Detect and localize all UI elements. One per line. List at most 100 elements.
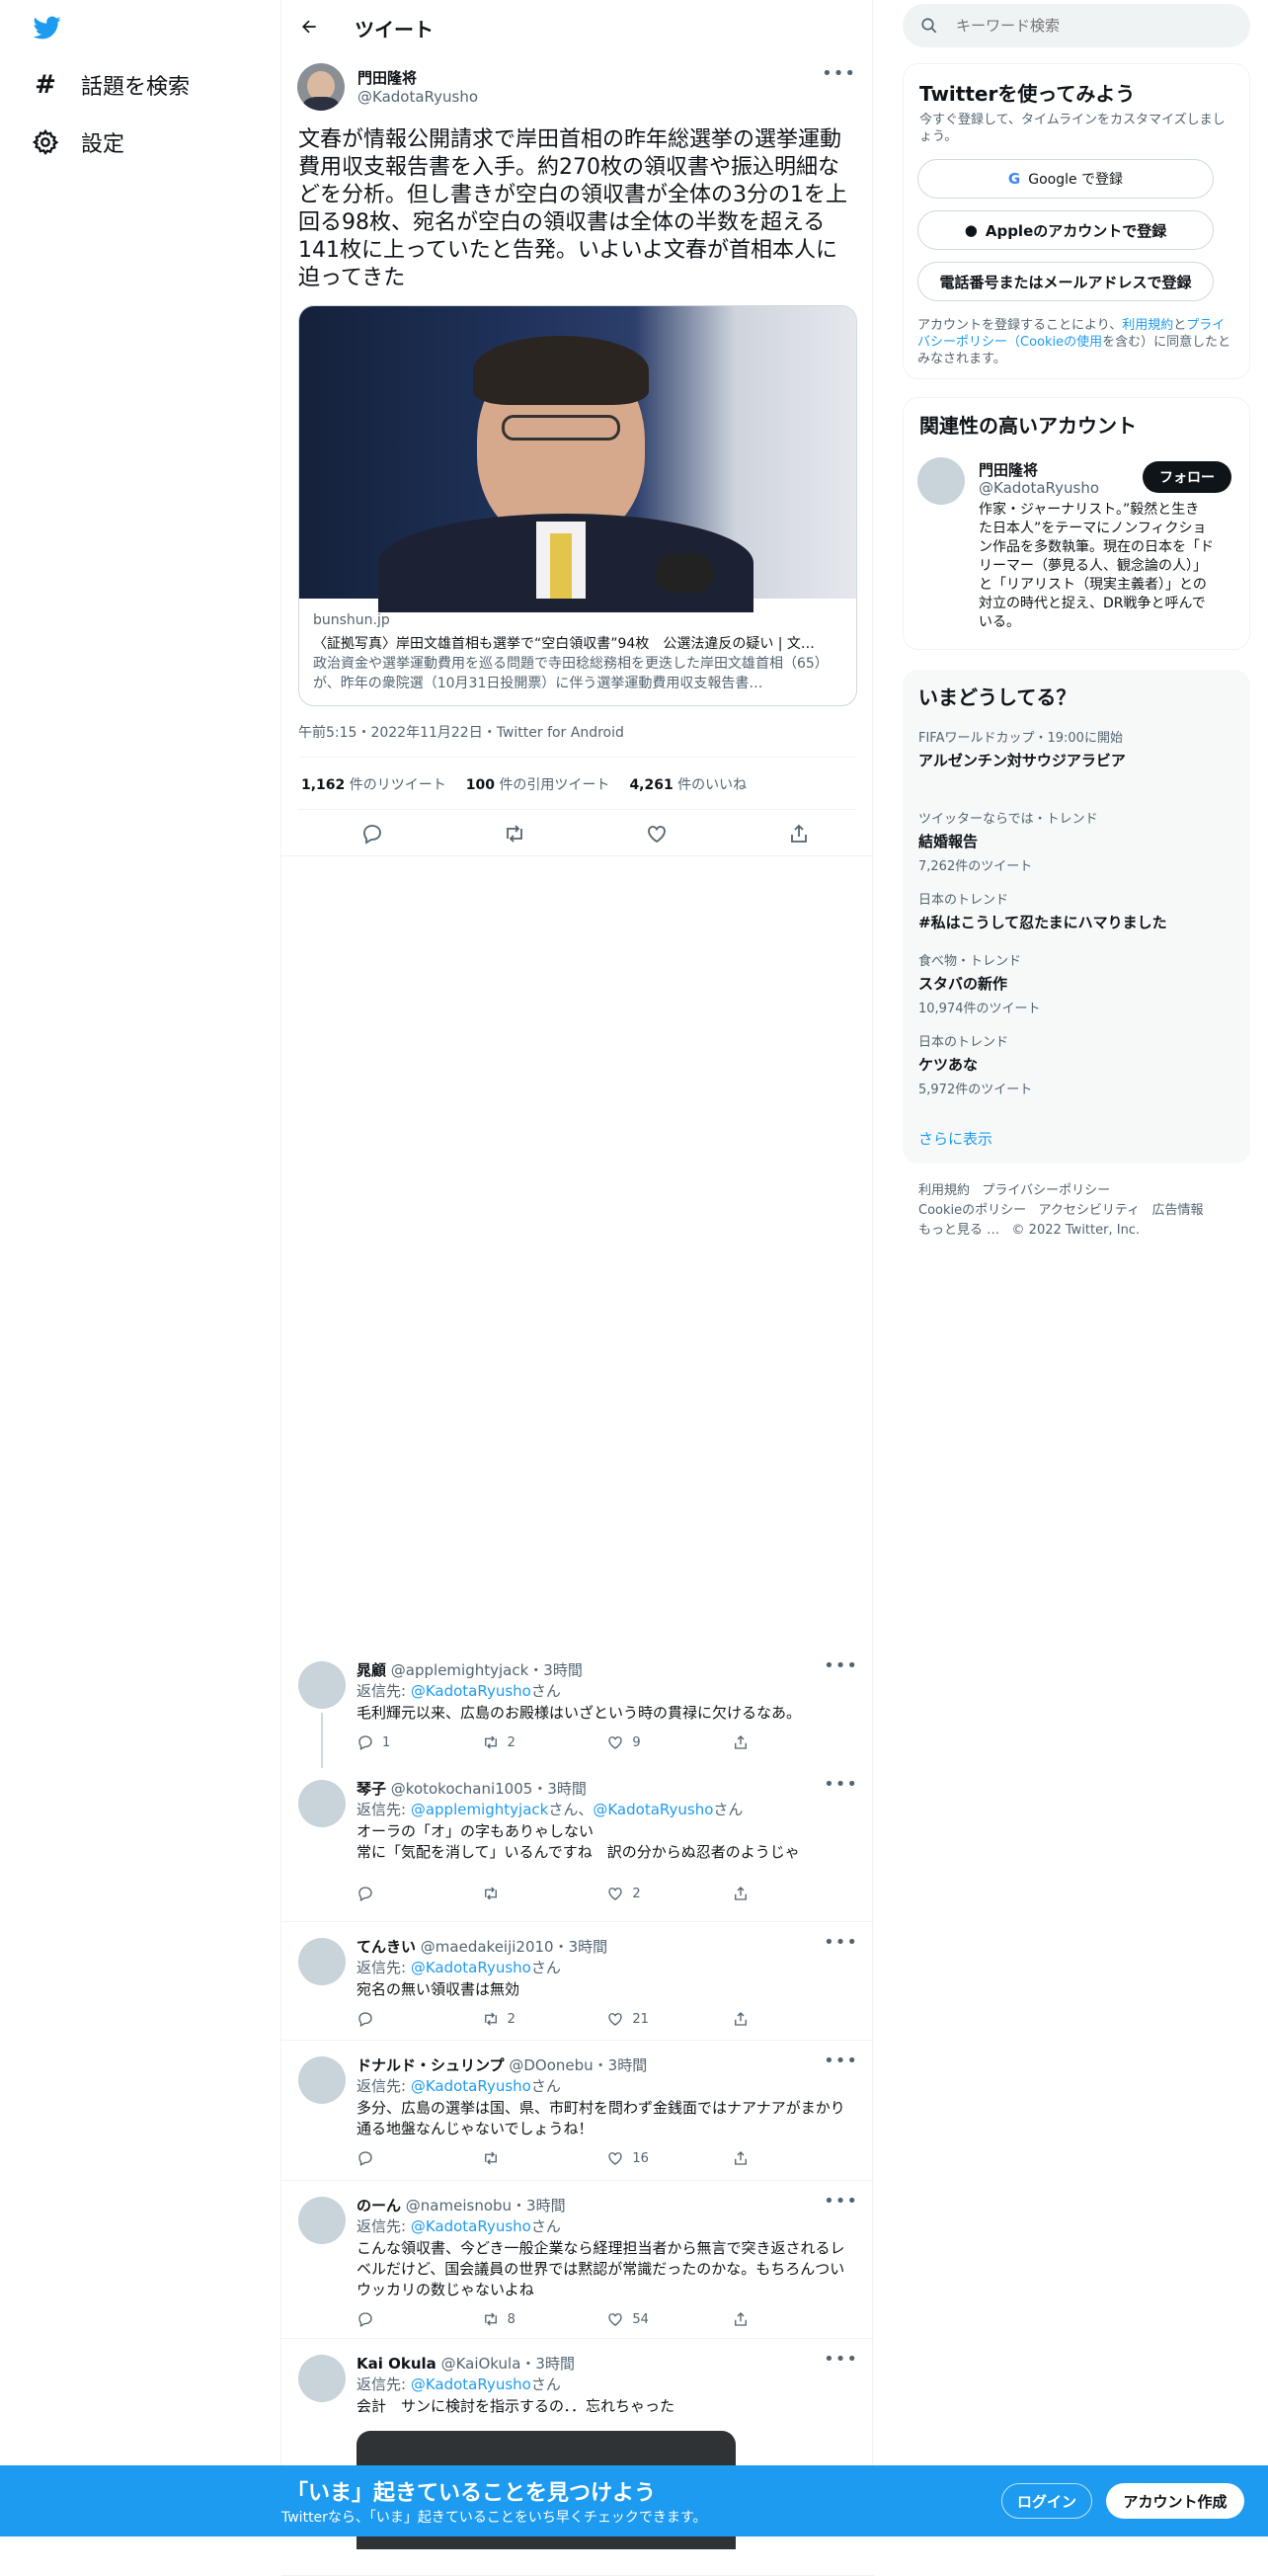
retweet-action[interactable] — [482, 1885, 541, 1902]
trend-item[interactable]: 日本のトレンド ケツあな 5,972件のツイート — [918, 1031, 1234, 1097]
apple-signup-button[interactable]: ● Appleのアカウントで登録 — [917, 210, 1214, 250]
more-options-icon[interactable]: ••• — [822, 63, 856, 84]
reply-icon[interactable] — [360, 822, 384, 845]
reply-tweet[interactable]: Kai Okula @KaiOkula・3時間 ••• 返信先: @KadotaRy… — [281, 2339, 874, 2576]
like-action[interactable]: 9 — [606, 1733, 666, 1751]
reply-time[interactable]: ・3時間 — [594, 2056, 648, 2074]
related-name[interactable]: 門田隆将 — [979, 459, 1038, 480]
follow-button[interactable]: フォロー — [1143, 461, 1231, 493]
reply-avatar[interactable] — [298, 1661, 346, 1709]
retweet-action[interactable]: 8 — [482, 2310, 541, 2328]
share-action[interactable] — [732, 1885, 791, 1902]
reply-tweet[interactable]: 晁顧 @applemightyjack・3時間 ••• 返信先: @KadotaRy… — [281, 1646, 874, 1768]
reply-author-name[interactable]: てんきい — [357, 1938, 416, 1956]
signup-button[interactable]: アカウント作成 — [1106, 2483, 1244, 2519]
reply-author-name[interactable]: Kai Okula — [357, 2355, 436, 2373]
reply-author-handle[interactable]: @maedakeiji2010 — [421, 1938, 554, 1956]
reply-tweet[interactable]: のーん @nameisnobu・3時間 ••• 返信先: @KadotaRyusho… — [281, 2181, 874, 2339]
reply-tweet[interactable]: 琴子 @kotokochani1005・3時間 ••• 返信先: @applemig… — [281, 1764, 874, 1922]
mention-link[interactable]: @KadotaRyusho — [411, 2375, 531, 2393]
trend-item[interactable]: 食べ物・トレンド スタバの新作 10,974件のツイート — [918, 950, 1234, 1016]
reply-author-handle[interactable]: @nameisnobu — [406, 2197, 512, 2214]
reply-author-handle[interactable]: @DOonebu — [509, 2056, 593, 2074]
search-input[interactable] — [956, 17, 1213, 35]
share-action[interactable] — [732, 2310, 791, 2328]
twitter-logo-icon[interactable] — [33, 14, 62, 41]
related-avatar[interactable] — [917, 457, 965, 505]
reply-avatar[interactable] — [298, 2056, 346, 2104]
reply-time[interactable]: ・3時間 — [520, 2355, 575, 2373]
footer-privacy[interactable]: プライバシーポリシー — [982, 1183, 1110, 1198]
trend-item[interactable]: 日本のトレンド #私はこうして忍たまにハマりました — [918, 889, 1234, 932]
reply-author-name[interactable]: 晁顧 — [357, 1661, 386, 1679]
retweet-icon[interactable] — [503, 822, 526, 845]
footer-accessibility[interactable]: アクセシビリティ — [1039, 1203, 1141, 1218]
terms-link[interactable]: 利用規約 — [1122, 318, 1173, 333]
reply-avatar[interactable] — [298, 2197, 346, 2244]
footer-ads[interactable]: 広告情報 — [1152, 1203, 1204, 1218]
nav-settings[interactable]: 設定 — [32, 126, 124, 158]
reply-author-handle[interactable]: @kotokochani1005 — [391, 1780, 533, 1798]
tweet-meta[interactable]: 午前5:15・2022年11月22日・Twitter for Android — [298, 722, 624, 742]
search-box[interactable] — [903, 4, 1250, 47]
mention-link[interactable]: @KadotaRyusho — [411, 2217, 531, 2235]
reply-action[interactable] — [357, 2310, 416, 2328]
more-options-icon[interactable]: ••• — [824, 1774, 858, 1795]
reply-author-name[interactable]: のーん — [357, 2197, 401, 2214]
reply-time[interactable]: ・3時間 — [528, 1661, 583, 1679]
like-action[interactable]: 54 — [606, 2310, 666, 2328]
google-signup-button[interactable]: G Google で登録 — [917, 159, 1214, 199]
reply-action[interactable] — [357, 1885, 416, 1902]
cookie-link[interactable]: （Cookieの使用 — [1007, 335, 1102, 350]
mention-link[interactable]: @applemightyjack — [411, 1801, 549, 1818]
share-icon[interactable] — [787, 822, 811, 845]
retweet-action[interactable] — [482, 2149, 541, 2167]
mention-link[interactable]: @KadotaRyusho — [411, 2077, 531, 2095]
like-action[interactable]: 2 — [606, 1885, 666, 1902]
footer-more[interactable]: もっと見る … — [918, 1223, 999, 1238]
reply-avatar[interactable] — [298, 1780, 346, 1827]
more-options-icon[interactable]: ••• — [824, 1932, 858, 1953]
reply-time[interactable]: ・3時間 — [512, 2197, 566, 2214]
author-handle[interactable]: @KadotaRyusho — [357, 88, 478, 106]
reply-author-handle[interactable]: @applemightyjack — [391, 1661, 529, 1679]
reply-time[interactable]: ・3時間 — [532, 1780, 587, 1798]
retweet-action[interactable]: 2 — [482, 1733, 541, 1751]
footer-terms[interactable]: 利用規約 — [918, 1183, 970, 1198]
reply-author-name[interactable]: 琴子 — [357, 1780, 386, 1798]
reply-author-name[interactable]: ドナルド・シュリンプ — [357, 2056, 505, 2074]
related-handle[interactable]: @KadotaRyusho — [979, 479, 1099, 497]
retweet-stat[interactable]: 1,162 件のリツイート — [301, 774, 446, 794]
reply-action[interactable] — [357, 2010, 416, 2028]
reply-avatar[interactable] — [298, 2355, 346, 2402]
author-avatar[interactable] — [297, 63, 345, 111]
share-action[interactable] — [732, 2010, 791, 2028]
show-more-link[interactable]: さらに表示 — [918, 1128, 992, 1149]
reply-action[interactable]: 1 — [357, 1733, 416, 1751]
author-name[interactable]: 門田隆将 — [357, 67, 417, 88]
like-stat[interactable]: 4,261 件のいいね — [629, 774, 747, 794]
back-arrow-icon[interactable] — [299, 17, 319, 37]
phone-signup-button[interactable]: 電話番号またはメールアドレスで登録 — [917, 262, 1214, 301]
footer-cookie[interactable]: Cookieのポリシー — [918, 1203, 1026, 1218]
reply-action[interactable] — [357, 2149, 416, 2167]
quote-stat[interactable]: 100 件の引用ツイート — [466, 774, 610, 794]
login-button[interactable]: ログイン — [1001, 2483, 1092, 2519]
more-options-icon[interactable]: ••• — [824, 2051, 858, 2071]
like-action[interactable]: 21 — [606, 2010, 666, 2028]
nav-explore[interactable]: # 話題を検索 — [32, 69, 190, 101]
reply-avatar[interactable] — [298, 1938, 346, 1985]
reply-tweet[interactable]: ドナルド・シュリンプ @DOonebu・3時間 ••• 返信先: @KadotaRy… — [281, 2041, 874, 2181]
reply-tweet[interactable]: てんきい @maedakeiji2010・3時間 ••• 返信先: @KadotaR… — [281, 1922, 874, 2041]
more-options-icon[interactable]: ••• — [824, 1655, 858, 1676]
mention-link[interactable]: @KadotaRyusho — [593, 1801, 713, 1818]
retweet-action[interactable]: 2 — [482, 2010, 541, 2028]
reply-author-handle[interactable]: @KaiOkula — [441, 2355, 521, 2373]
share-action[interactable] — [732, 2149, 791, 2167]
mention-link[interactable]: @KadotaRyusho — [411, 1682, 531, 1700]
more-options-icon[interactable]: ••• — [824, 2191, 858, 2212]
like-action[interactable]: 16 — [606, 2149, 666, 2167]
link-card[interactable]: bunshun.jp 〈証拠写真〉岸田文雄首相も選挙で“空白領収書”94枚 公選… — [298, 305, 857, 706]
mention-link[interactable]: @KadotaRyusho — [411, 1959, 531, 1976]
trend-item[interactable]: FIFAワールドカップ・19:00に開始 アルゼンチン対サウジアラビア — [918, 727, 1234, 770]
